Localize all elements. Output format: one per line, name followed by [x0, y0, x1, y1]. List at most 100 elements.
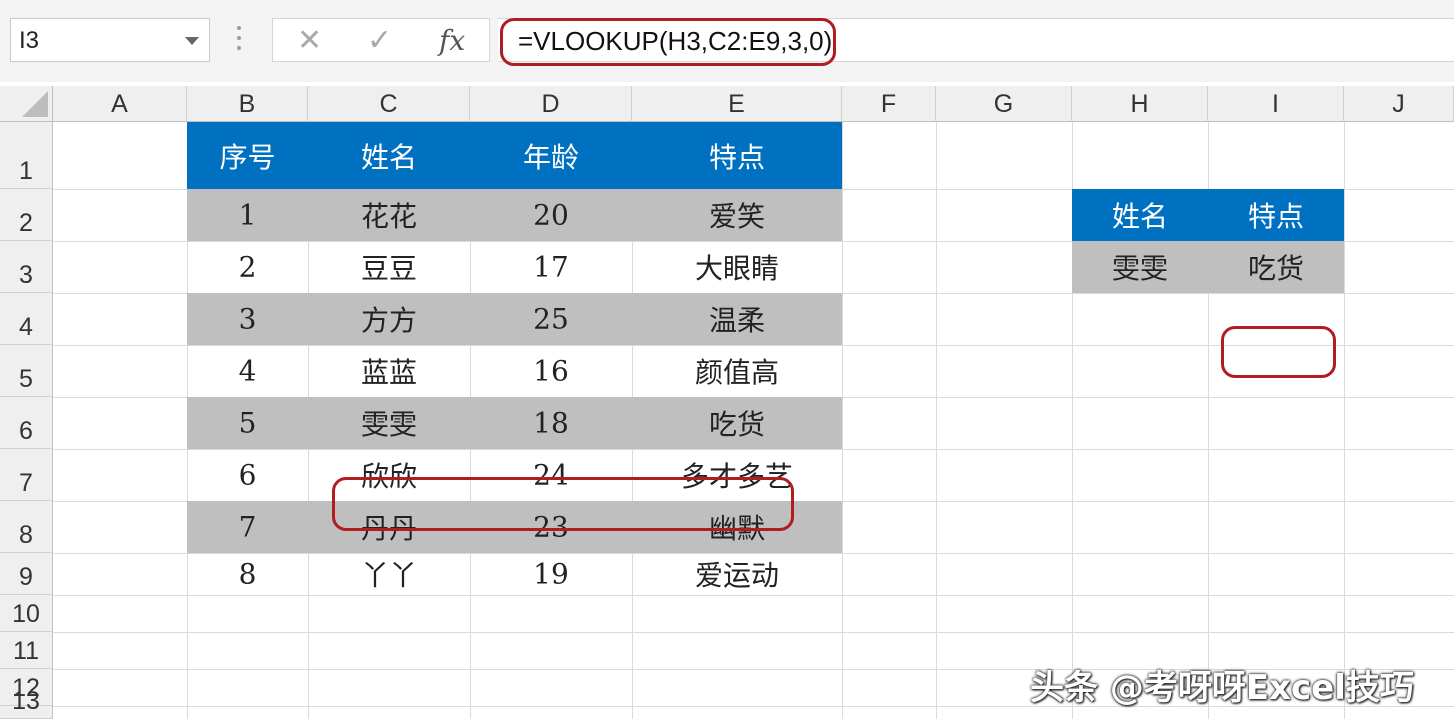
cell-value: 姓名 — [360, 140, 417, 174]
name-box-value: I3 — [19, 27, 40, 54]
lookup-header-cell[interactable]: 特点 — [1208, 189, 1344, 241]
formula-bar: I3 ✕ ✓ fx =VLOOKUP(H3,C2:E9,3,0) — [0, 0, 1454, 82]
chevron-down-icon[interactable] — [185, 37, 199, 45]
table-cell[interactable]: 18 — [470, 397, 632, 449]
cell-value: 特点 — [1247, 200, 1304, 233]
grid-line — [53, 595, 1454, 596]
grid-line — [842, 122, 843, 719]
cell-value: 大眼睛 — [694, 252, 779, 285]
table-cell[interactable]: 8 — [187, 553, 308, 595]
table-cell[interactable]: 温柔 — [632, 293, 842, 345]
table-cell[interactable]: 丫丫 — [308, 553, 470, 595]
row-number: 1 — [19, 157, 33, 185]
table-cell[interactable]: 16 — [470, 345, 632, 397]
row-header-3[interactable]: 3 — [0, 241, 53, 293]
column-header-f[interactable]: F — [842, 86, 936, 122]
row-number: 13 — [12, 687, 40, 715]
row-header-5[interactable]: 5 — [0, 345, 53, 397]
table-cell[interactable]: 花花 — [308, 189, 470, 241]
column-header-b[interactable]: B — [187, 86, 308, 122]
cancel-icon[interactable]: ✕ — [297, 23, 322, 59]
table-cell[interactable]: 25 — [470, 293, 632, 345]
cell-value: 花花 — [360, 200, 417, 233]
insert-function-icon[interactable]: fx — [439, 23, 465, 59]
row-number: 6 — [19, 417, 33, 445]
table-header-cell[interactable]: 年龄 — [470, 122, 632, 189]
table-cell[interactable]: 大眼睛 — [632, 241, 842, 293]
table-cell[interactable]: 蓝蓝 — [308, 345, 470, 397]
table-header-cell[interactable]: 序号 — [187, 122, 308, 189]
cell-value: 18 — [533, 406, 569, 440]
cell-value: 雯雯 — [1111, 252, 1168, 285]
table-cell[interactable]: 2 — [187, 241, 308, 293]
cell-value: 豆豆 — [360, 252, 417, 285]
lookup-result-cell[interactable]: 吃货 — [1208, 241, 1344, 293]
table-cell[interactable]: 3 — [187, 293, 308, 345]
table-header-cell[interactable]: 特点 — [632, 122, 842, 189]
table-cell[interactable]: 1 — [187, 189, 308, 241]
name-box[interactable]: I3 — [10, 18, 210, 62]
column-header-e[interactable]: E — [632, 86, 842, 122]
row-header-8[interactable]: 8 — [0, 501, 53, 553]
select-all-corner[interactable] — [0, 86, 53, 122]
cell-value: 16 — [533, 354, 569, 388]
cell-value: 3 — [238, 302, 257, 336]
lookup-header-cell[interactable]: 姓名 — [1072, 189, 1208, 241]
table-cell[interactable]: 颜值高 — [632, 345, 842, 397]
grid-line — [1344, 122, 1345, 719]
column-header-c[interactable]: C — [308, 86, 470, 122]
row-header-4[interactable]: 4 — [0, 293, 53, 345]
row-header-10[interactable]: 10 — [0, 595, 53, 632]
enter-icon[interactable]: ✓ — [367, 23, 392, 59]
cell-value: 17 — [533, 250, 569, 284]
table-cell[interactable]: 雯雯 — [308, 397, 470, 449]
cell-value: 4 — [238, 354, 257, 388]
row-number: 11 — [13, 637, 39, 665]
formula-buttons: ✕ ✓ fx — [272, 18, 490, 62]
table-cell[interactable]: 豆豆 — [308, 241, 470, 293]
worksheet-grid[interactable]: ABCDEFGHIJ 1 2 3 4 5 6 7 8 9 10 11 12 13 序号 姓名 年龄 特点 1 花花… — [0, 82, 1454, 719]
table-cell[interactable]: 17 — [470, 241, 632, 293]
row-header-1[interactable]: 1 — [0, 122, 53, 189]
table-cell[interactable]: 爱笑 — [632, 189, 842, 241]
table-cell[interactable]: 20 — [470, 189, 632, 241]
table-cell[interactable]: 方方 — [308, 293, 470, 345]
cell-value: 温柔 — [708, 304, 765, 337]
row-number: 3 — [19, 261, 33, 289]
row-header-9[interactable]: 9 — [0, 553, 53, 595]
table-header-cell[interactable]: 姓名 — [308, 122, 470, 189]
table-cell[interactable]: 爱运动 — [632, 553, 842, 595]
row-number: 2 — [19, 209, 33, 237]
lookup-key-cell[interactable]: 雯雯 — [1072, 241, 1208, 293]
drag-handle-icon[interactable] — [236, 26, 242, 56]
cell-value: 序号 — [219, 140, 276, 174]
cell-value: 蓝蓝 — [360, 356, 417, 389]
column-header-d[interactable]: D — [470, 86, 632, 122]
column-header-j[interactable]: J — [1344, 86, 1454, 122]
cell-value: 5 — [238, 406, 257, 440]
grid-line — [53, 632, 1454, 633]
row-header-6[interactable]: 6 — [0, 397, 53, 449]
cell-value: 6 — [238, 458, 257, 492]
column-header-g[interactable]: G — [936, 86, 1072, 122]
row-header-11[interactable]: 11 — [0, 632, 53, 669]
row-header-7[interactable]: 7 — [0, 449, 53, 501]
cell-value: 25 — [533, 302, 569, 336]
formula-highlight-box — [500, 18, 836, 66]
column-header-i[interactable]: I — [1208, 86, 1344, 122]
row-header-13[interactable]: 13 — [0, 687, 53, 719]
column-header-h[interactable]: H — [1072, 86, 1208, 122]
table-cell[interactable]: 19 — [470, 553, 632, 595]
column-header-a[interactable]: A — [53, 86, 187, 122]
cell-value: 丫丫 — [360, 559, 417, 592]
row-header-2[interactable]: 2 — [0, 189, 53, 241]
cell-value: 2 — [238, 250, 257, 284]
table-cell[interactable]: 7 — [187, 501, 308, 553]
table-cell[interactable]: 5 — [187, 397, 308, 449]
row-number: 8 — [19, 521, 33, 549]
table-cell[interactable]: 吃货 — [632, 397, 842, 449]
cell-value: 爱笑 — [708, 200, 765, 233]
cell-value: 颜值高 — [694, 356, 779, 389]
table-cell[interactable]: 6 — [187, 449, 308, 501]
table-cell[interactable]: 4 — [187, 345, 308, 397]
